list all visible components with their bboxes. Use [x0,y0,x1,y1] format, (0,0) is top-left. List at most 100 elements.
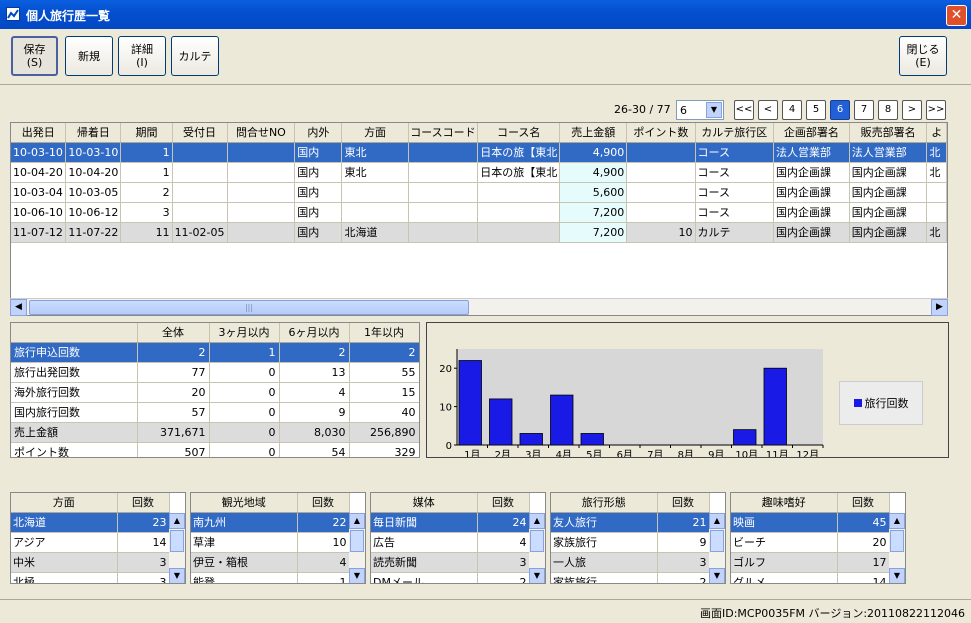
list-item[interactable]: 中米 3 [11,552,170,573]
list-vertical-scrollbar[interactable]: ▲ ▼ [349,513,365,583]
stats-row[interactable]: 国内旅行回数 57 0 9 40 [11,402,419,423]
table-row[interactable]: 11-07-12 11-07-22 11 11-02-05 国内 北海道 7,200 10 カル… [11,222,947,243]
stats-row[interactable]: 旅行出発回数 77 0 13 55 [11,362,419,383]
list-item[interactable]: 北極 3 [11,572,170,583]
list-item-count: 4 [297,552,350,573]
list-item[interactable]: 南九州 22 [191,512,350,533]
scroll-up-icon[interactable]: ▲ [889,513,905,529]
list-item[interactable]: アジア 14 [11,532,170,553]
scroll-thumb[interactable] [350,530,364,552]
history-horizontal-scrollbar[interactable]: ◀ ||| ▶ [10,298,948,316]
stats-row[interactable]: ポイント数 507 0 54 329 [11,442,419,457]
list-item[interactable]: 家族旅行 2 [551,572,710,583]
table-cell [172,142,228,163]
stats-row[interactable]: 売上金額 371,671 0 8,030 256,890 [11,422,419,443]
stats-value: 0 [209,382,280,403]
list-item[interactable]: 能登 1 [191,572,350,583]
scroll-down-icon[interactable]: ▼ [349,568,365,583]
page-size-select[interactable]: 6 ▼ [676,100,724,120]
table-cell: コース [695,142,774,163]
history-column-header[interactable]: 出発日 [11,123,67,143]
list-item[interactable]: ビーチ 20 [731,532,890,553]
list-item[interactable]: 北海道 23 [11,512,170,533]
list-item[interactable]: DMメール 2 [371,572,530,583]
table-row[interactable]: 10-03-04 10-03-05 2 国内 5,600 コース 国内企画課 国内企画課 [11,182,947,203]
table-row[interactable]: 10-04-20 10-04-20 1 国内 東北 日本の旅【東北 4,900 コース 国内企画… [11,162,947,183]
list-vertical-scrollbar[interactable]: ▲ ▼ [169,513,185,583]
list-item[interactable]: 家族旅行 9 [551,532,710,553]
detail-button[interactable]: 詳細 (I) [118,36,166,76]
x-tick-label: 8月 [678,449,694,457]
history-column-header[interactable]: コースコード [408,123,479,143]
first-page-button[interactable]: << [734,100,754,120]
list-item[interactable]: グルメ 14 [731,572,890,583]
history-column-header[interactable]: 売上金額 [559,123,628,143]
table-cell: 東北 [341,162,409,183]
stats-row-label: 国内旅行回数 [11,402,138,423]
history-column-header[interactable]: コース名 [477,123,561,143]
list-item[interactable]: 草津 10 [191,532,350,553]
save-button[interactable]: 保存 (S) [11,36,58,76]
new-button[interactable]: 新規 [65,36,113,76]
list-vertical-scrollbar[interactable]: ▲ ▼ [529,513,545,583]
history-column-header[interactable]: 問合せNO [227,123,296,143]
history-column-header[interactable]: 販売部署名 [849,123,928,143]
history-column-header[interactable]: 方面 [341,123,409,143]
history-column-header[interactable]: 内外 [294,123,343,143]
list-item[interactable]: 読売新聞 3 [371,552,530,573]
stats-row-label: 売上金額 [11,422,138,443]
list-item[interactable]: ゴルフ 17 [731,552,890,573]
table-cell [227,202,296,223]
page-button-6[interactable]: 6 [830,100,850,120]
history-column-header[interactable]: カルテ旅行区 [695,123,774,143]
page-button-7[interactable]: 7 [854,100,874,120]
history-column-header[interactable]: よ [926,123,947,143]
scroll-down-icon[interactable]: ▼ [529,568,545,583]
stats-row[interactable]: 海外旅行回数 20 0 4 15 [11,382,419,403]
list-item-count: 2 [657,572,710,583]
close-window-button[interactable]: ✕ [946,5,967,26]
page-button-4[interactable]: 4 [782,100,802,120]
scroll-up-icon[interactable]: ▲ [529,513,545,529]
page-button-8[interactable]: 8 [878,100,898,120]
history-column-header[interactable]: 期間 [120,123,173,143]
history-column-header[interactable]: ポイント数 [626,123,696,143]
prev-page-button[interactable]: < [758,100,778,120]
list-vertical-scrollbar[interactable]: ▲ ▼ [889,513,905,583]
scroll-thumb[interactable]: ||| [29,300,469,315]
list-item[interactable]: 毎日新聞 24 [371,512,530,533]
list-item[interactable]: 映画 45 [731,512,890,533]
x-tick-label: 7月 [647,449,663,457]
stats-value: 57 [137,402,210,423]
scroll-right-icon[interactable]: ▶ [931,299,948,316]
scroll-up-icon[interactable]: ▲ [709,513,725,529]
scroll-thumb[interactable] [530,530,544,552]
scroll-down-icon[interactable]: ▼ [169,568,185,583]
history-column-header[interactable]: 受付日 [172,123,228,143]
list-vertical-scrollbar[interactable]: ▲ ▼ [709,513,725,583]
stats-row[interactable]: 旅行申込回数 2 1 2 2 [11,342,419,363]
page-button-5[interactable]: 5 [806,100,826,120]
scroll-down-icon[interactable]: ▼ [709,568,725,583]
list-item-label: アジア [11,532,118,553]
close-button[interactable]: 閉じる (E) [899,36,947,76]
karte-button[interactable]: カルテ [171,36,219,76]
list-item[interactable]: 伊豆・箱根 4 [191,552,350,573]
history-column-header[interactable]: 帰着日 [65,123,122,143]
list-item[interactable]: 友人旅行 21 [551,512,710,533]
table-row[interactable]: 10-03-10 10-03-10 1 国内 東北 日本の旅【東北 4,900 コース 法人営業… [11,142,947,163]
next-page-button[interactable]: > [902,100,922,120]
scroll-up-icon[interactable]: ▲ [169,513,185,529]
list-item[interactable]: 一人旅 3 [551,552,710,573]
list-item[interactable]: 広告 4 [371,532,530,553]
history-column-header[interactable]: 企画部署名 [773,123,850,143]
table-cell: 国内企画課 [773,222,850,243]
scroll-up-icon[interactable]: ▲ [349,513,365,529]
table-row[interactable]: 10-06-10 10-06-12 3 国内 7,200 コース 国内企画課 国内企画課 [11,202,947,223]
scroll-thumb[interactable] [890,530,904,552]
last-page-button[interactable]: >> [926,100,946,120]
scroll-down-icon[interactable]: ▼ [889,568,905,583]
scroll-thumb[interactable] [170,530,184,552]
scroll-left-icon[interactable]: ◀ [10,299,27,316]
scroll-thumb[interactable] [710,530,724,552]
